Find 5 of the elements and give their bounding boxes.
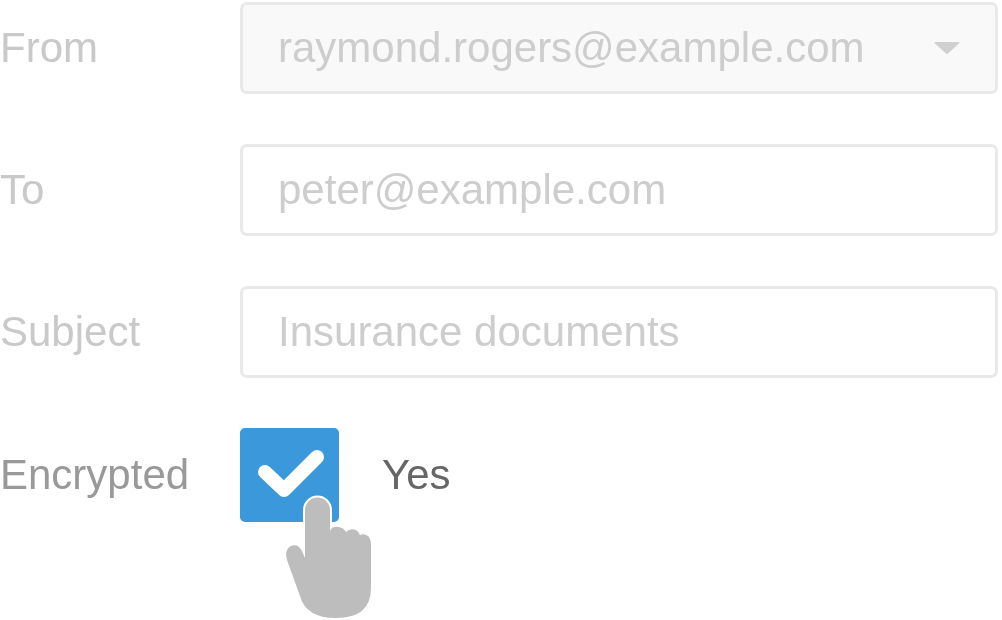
field-label: Encrypted bbox=[0, 451, 191, 499]
hand-cursor-icon bbox=[284, 496, 372, 618]
checkbox-label: Yes bbox=[382, 451, 451, 499]
checkmark-icon bbox=[258, 450, 324, 497]
caret-icon bbox=[934, 42, 960, 54]
